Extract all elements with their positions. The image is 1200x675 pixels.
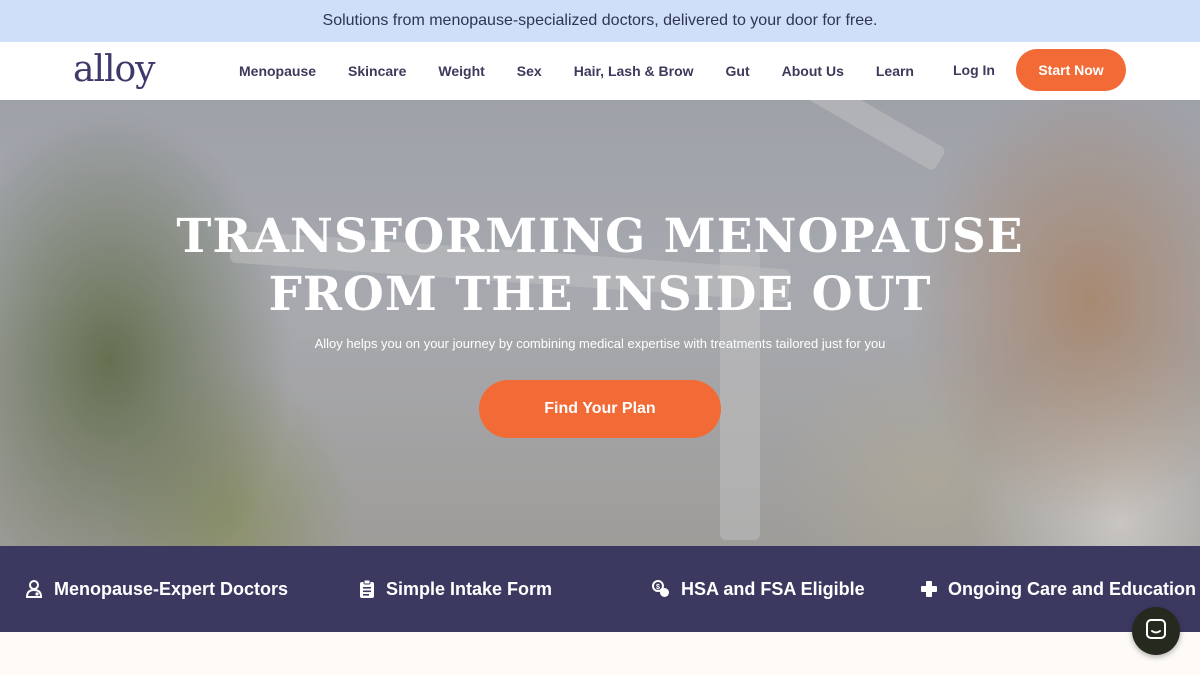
nav-item-gut[interactable]: Gut [726, 63, 750, 79]
nav-item-menopause[interactable]: Menopause [239, 63, 316, 79]
nav-item-about-us[interactable]: About Us [782, 63, 844, 79]
feature-item: Menopause-Expert Doctors [24, 546, 288, 632]
feature-item: $ HSA and FSA Eligible [651, 546, 865, 632]
coins-icon: $ [651, 579, 671, 599]
alloy-logo[interactable]: alloy [73, 49, 156, 91]
login-link[interactable]: Log In [953, 62, 995, 78]
clipboard-icon [358, 579, 376, 599]
svg-text:$: $ [656, 584, 660, 591]
feature-label: Ongoing Care and Education [948, 578, 1197, 599]
feature-label: Menopause-Expert Doctors [54, 578, 289, 599]
nav-item-skincare[interactable]: Skincare [348, 63, 406, 79]
nav-item-sex[interactable]: Sex [517, 63, 542, 79]
main-nav: Menopause Skincare Weight Sex Hair, Lash… [239, 42, 946, 100]
nav-item-hair-lash-brow[interactable]: Hair, Lash & Brow [574, 63, 694, 79]
promo-banner: Solutions from menopause-specialized doc… [0, 0, 1200, 42]
find-your-plan-button[interactable]: Find Your Plan [479, 380, 721, 438]
hero-subtitle: Alloy helps you on your journey by combi… [314, 336, 886, 351]
nav-item-weight[interactable]: Weight [438, 63, 484, 79]
hero-section: TRANSFORMING MENOPAUSE FROM THE INSIDE O… [0, 100, 1200, 546]
site-header: alloy Menopause Skincare Weight Sex Hair… [0, 42, 1200, 100]
doctor-icon [24, 579, 44, 599]
nav-item-learn[interactable]: Learn [876, 63, 914, 79]
feature-label: HSA and FSA Eligible [681, 578, 865, 599]
feature-item: Simple Intake Form [358, 546, 552, 632]
chat-launcher-button[interactable] [1132, 607, 1180, 655]
plus-icon [920, 580, 938, 598]
features-bar: Menopause-Expert Doctors Simple Intake F… [0, 546, 1200, 632]
chat-icon [1144, 617, 1168, 646]
start-now-button[interactable]: Start Now [1016, 49, 1126, 91]
next-section [0, 632, 1200, 675]
promo-text: Solutions from menopause-specialized doc… [322, 12, 878, 29]
hero-title: TRANSFORMING MENOPAUSE FROM THE INSIDE O… [176, 209, 1024, 322]
feature-label: Simple Intake Form [386, 578, 553, 599]
